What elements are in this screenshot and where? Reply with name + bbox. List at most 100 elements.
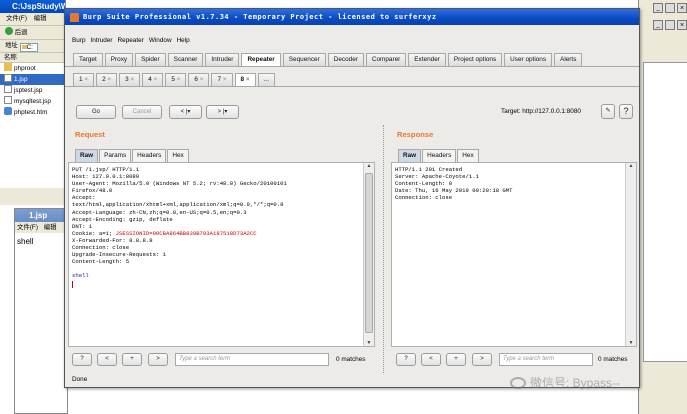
response-prev-button[interactable]: < [421, 353, 441, 366]
explorer-back-label[interactable]: 后退 [15, 29, 28, 36]
file-list-item[interactable]: 1.jsp [0, 74, 65, 85]
tab-user-options[interactable]: User options [504, 53, 553, 66]
request-scrollbar[interactable]: ▲ ▼ [363, 163, 374, 346]
repeater-tab-7[interactable]: 7 × [211, 73, 233, 86]
request-prev-button[interactable]: < [97, 353, 117, 366]
cancel-button[interactable]: Cancel [122, 105, 162, 119]
close-icon[interactable]: × [223, 76, 227, 83]
tab-alerts[interactable]: Alerts [554, 53, 583, 66]
file-name: 1.jsp [14, 76, 28, 83]
response-matches: 0 matches [598, 356, 628, 363]
response-add-button[interactable]: + [446, 353, 466, 366]
repeater-tab-label: 5 [171, 76, 175, 83]
file-list-item[interactable]: jsptest.jsp [0, 85, 65, 96]
close-icon[interactable]: × [154, 76, 158, 83]
tab-extender[interactable]: Extender [408, 53, 446, 66]
explorer-menu-edit[interactable]: 编辑 [34, 15, 47, 22]
tab-intruder[interactable]: Intruder [205, 53, 240, 66]
edit-target-button[interactable]: ✎ [601, 104, 615, 119]
column-header-name[interactable]: 名称 [0, 53, 65, 63]
file-list-item[interactable]: phproot [0, 63, 65, 74]
response-help-button[interactable]: ? [396, 353, 416, 366]
request-tab-params[interactable]: Params [99, 149, 132, 162]
response-editor[interactable]: HTTP/1.1 201 Created Server: Apache-Coyo… [391, 162, 637, 347]
menu-intruder[interactable]: Intruder [91, 37, 113, 44]
close-icon[interactable]: × [131, 76, 135, 83]
tab-project-options[interactable]: Project options [447, 53, 503, 66]
repeater-tab-label: 6 [194, 76, 198, 83]
notepad-title-bar[interactable]: 1.jsp [15, 209, 67, 222]
response-tab-raw[interactable]: Raw [398, 149, 422, 162]
explorer-title-bar[interactable]: C:\JspStudy\WWW [0, 0, 65, 13]
repeater-tab-5[interactable]: 5 × [165, 73, 187, 86]
menu-repeater[interactable]: Repeater [118, 37, 144, 44]
help-button[interactable]: ? [619, 104, 633, 119]
tab-comparer[interactable]: Comparer [365, 53, 407, 66]
cookie-value: JSESSIONID=90CBA864BB839B793A187518D73A2… [115, 229, 257, 237]
tab-repeater[interactable]: Repeater [241, 53, 281, 66]
tab-target[interactable]: Target [73, 53, 103, 66]
notepad-text-area[interactable]: shell [15, 233, 67, 250]
tab-scanner[interactable]: Scanner [167, 53, 204, 66]
minimize-icon[interactable]: _ [653, 20, 663, 30]
repeater-tab-8[interactable]: 8 × [234, 73, 256, 86]
scroll-up-icon[interactable]: ▲ [364, 163, 374, 169]
close-icon[interactable]: × [107, 76, 111, 83]
tab-sequencer[interactable]: Sequencer [282, 53, 326, 66]
request-tab-raw[interactable]: Raw [75, 149, 99, 162]
file-list-item[interactable]: phptest.htm [0, 107, 65, 118]
repeater-tab-6[interactable]: 6 × [188, 73, 210, 86]
notepad-menu-edit[interactable]: 编辑 [44, 224, 57, 231]
close-icon[interactable]: × [84, 76, 88, 83]
repeater-tab-3[interactable]: 3 × [119, 73, 141, 86]
request-add-button[interactable]: + [122, 353, 142, 366]
maximize-icon[interactable] [665, 3, 675, 13]
scroll-down-icon[interactable]: ▼ [626, 340, 636, 346]
request-tab-hex[interactable]: Hex [167, 149, 189, 162]
repeater-tab-1[interactable]: 1 × [73, 73, 95, 86]
repeater-tab-2[interactable]: 2 × [96, 73, 118, 86]
explorer-menu-file[interactable]: 文件(F) [6, 15, 27, 22]
request-search-input[interactable]: Type a search term [175, 353, 329, 366]
request-next-button[interactable]: > [148, 353, 168, 366]
back-button[interactable]: < |▾ [169, 105, 202, 119]
request-editor[interactable]: PUT /1.jsp/ HTTP/1.1 Host: 127.0.0.1:808… [68, 162, 375, 347]
close-icon[interactable]: × [677, 20, 687, 30]
response-tab-hex[interactable]: Hex [457, 149, 479, 162]
tab-spider[interactable]: Spider [135, 53, 166, 66]
request-tab-headers[interactable]: Headers [132, 149, 167, 162]
notepad-menu-file[interactable]: 文件(F) [17, 224, 38, 231]
file-name: jsptest.jsp [14, 87, 43, 94]
go-button[interactable]: Go [76, 105, 116, 119]
menu-window[interactable]: Window [149, 37, 172, 44]
close-icon[interactable]: × [177, 76, 181, 83]
request-help-button[interactable]: ? [72, 353, 92, 366]
burp-title-bar[interactable]: Burp Suite Professional v1.7.34 - Tempor… [65, 9, 639, 25]
tab-decoder[interactable]: Decoder [327, 53, 364, 66]
response-scrollbar[interactable]: ▲ ▼ [625, 163, 636, 346]
back-arrow-icon[interactable] [5, 27, 13, 35]
close-icon[interactable]: × [677, 3, 687, 13]
menu-burp[interactable]: Burp [72, 37, 86, 44]
menu-help[interactable]: Help [177, 37, 190, 44]
tab-proxy[interactable]: Proxy [104, 53, 134, 66]
close-icon[interactable]: × [246, 76, 250, 83]
forward-button[interactable]: > |▾ [206, 105, 239, 119]
repeater-tab-4[interactable]: 4 × [142, 73, 164, 86]
burp-main-tabs: Target Proxy Spider Scanner Intruder Rep… [73, 53, 584, 66]
response-tab-headers[interactable]: Headers [422, 149, 457, 162]
minimize-icon[interactable]: _ [653, 3, 663, 13]
scroll-thumb[interactable] [365, 173, 373, 333]
close-icon[interactable]: × [200, 76, 204, 83]
response-search-input[interactable]: Type a search term [499, 353, 593, 366]
scroll-up-icon[interactable]: ▲ [626, 163, 636, 169]
pane-splitter[interactable] [383, 125, 386, 373]
repeater-tab-new[interactable]: ... [257, 73, 275, 86]
address-field[interactable]: C: [19, 43, 38, 52]
response-next-button[interactable]: > [472, 353, 492, 366]
scroll-down-icon[interactable]: ▼ [364, 340, 374, 346]
chevron-down-icon: |▾ [222, 109, 228, 115]
maximize-icon[interactable] [665, 20, 675, 30]
file-list-item[interactable]: mysqltest.jsp [0, 96, 65, 107]
window-controls: _ × [653, 20, 687, 30]
